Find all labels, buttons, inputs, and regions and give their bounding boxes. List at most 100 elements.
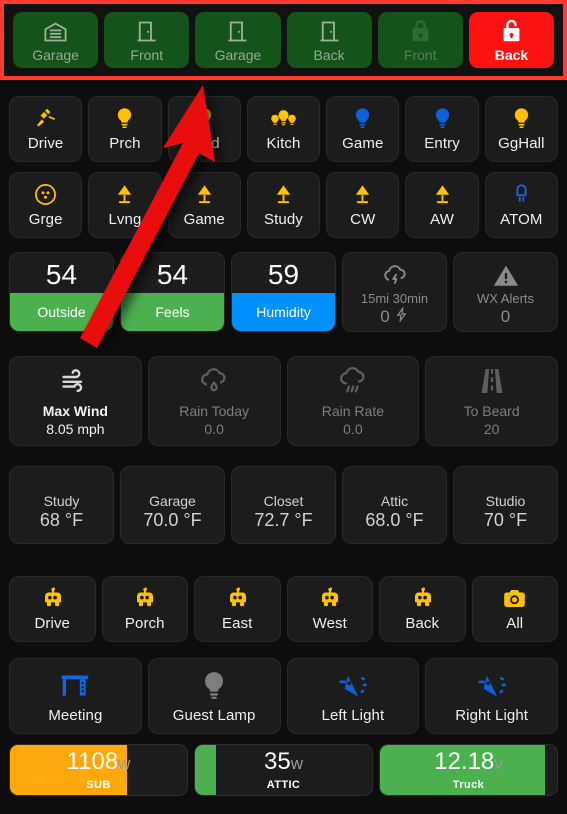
light-tile-study[interactable]: Study xyxy=(246,172,321,238)
lock-open-icon xyxy=(498,18,525,45)
weather-card-value: 8.05 mph xyxy=(46,421,105,437)
light-tile-game[interactable]: Game xyxy=(167,172,241,238)
light-tile-label: Kitch xyxy=(266,135,301,152)
door-button-front-4[interactable]: Front xyxy=(377,12,463,68)
bulb-icon xyxy=(509,106,534,131)
light-tile-lvng[interactable]: Lvng xyxy=(88,172,162,238)
stat-card-wxalerts[interactable]: WX Alerts 0 xyxy=(453,252,558,332)
power-meter-value: 12.18 xyxy=(434,747,495,775)
stat-card-humidity[interactable]: 59 Humidity xyxy=(231,252,336,332)
lamp-icon xyxy=(430,182,455,207)
door-button-back-5[interactable]: Back xyxy=(468,12,555,68)
temp-card-study[interactable]: Study 68 °F xyxy=(9,466,114,544)
temp-card-garage[interactable]: Garage 70.0 °F xyxy=(120,466,225,544)
light-tile-gghall[interactable]: GgHall xyxy=(484,96,558,162)
light-tile-entry[interactable]: Entry xyxy=(405,96,479,162)
camera-icon xyxy=(502,586,527,611)
bulb-icon xyxy=(197,669,231,703)
light-tile-yard[interactable]: Yard xyxy=(167,96,241,162)
power-meter-sub[interactable]: 1108w SUB xyxy=(9,744,188,796)
temp-card-name: Attic xyxy=(380,493,409,509)
power-meter-value-wrap: 1108w xyxy=(67,749,131,774)
camera-tile-label: All xyxy=(506,615,524,632)
door-closed-icon xyxy=(316,18,343,45)
door-button-label: Back xyxy=(494,46,529,63)
door-button-front-1[interactable]: Front xyxy=(104,12,190,68)
door-controls-highlight: Garage Front Garage Back Front Back xyxy=(0,0,567,80)
weather-card-rain-rate[interactable]: Rain Rate 0.0 xyxy=(286,356,420,446)
robot-icon xyxy=(317,586,342,611)
bulb-icon xyxy=(350,106,375,131)
stat-card-feels[interactable]: 54 Feels xyxy=(120,252,225,332)
door-button-label: Front xyxy=(403,46,437,63)
door-button-garage-2[interactable]: Garage xyxy=(195,12,281,68)
camera-tile-porch[interactable]: Porch xyxy=(101,576,188,642)
stat-card-lightning[interactable]: 15mi 30min 0 xyxy=(342,252,447,332)
light-tile-label: AW xyxy=(430,211,454,228)
lock-closed-icon xyxy=(407,18,434,45)
scene-tile-guest-lamp[interactable]: Guest Lamp xyxy=(147,658,281,734)
light-tile-prch[interactable]: Prch xyxy=(88,96,162,162)
light-tile-aw[interactable]: AW xyxy=(405,172,479,238)
light-tile-kitch[interactable]: Kitch xyxy=(246,96,321,162)
weather-card-max-wind[interactable]: Max Wind 8.05 mph xyxy=(9,356,142,446)
door-button-back-3[interactable]: Back xyxy=(286,12,372,68)
stat-value: 0 xyxy=(380,306,390,326)
light-tile-label: Lvng xyxy=(108,211,142,228)
power-meter-truck[interactable]: 12.18v Truck xyxy=(379,744,558,796)
door-button-garage-0[interactable]: Garage xyxy=(13,12,99,68)
desk-icon xyxy=(58,669,92,703)
camera-tile-west[interactable]: West xyxy=(286,576,373,642)
lamp-icon xyxy=(192,182,217,207)
light-tile-label: ATOM xyxy=(500,211,543,228)
camera-tile-label: East xyxy=(222,615,253,632)
door-button-label: Back xyxy=(313,46,345,63)
weather-detail-row: Max Wind 8.05 mph Rain Today 0.0 Rain Rate 0.… xyxy=(0,356,567,446)
weather-card-to-beard[interactable]: To Beard 20 xyxy=(425,356,558,446)
wall-light-icon xyxy=(336,669,370,703)
light-tile-game[interactable]: Game xyxy=(326,96,400,162)
lamp-icon xyxy=(271,182,296,207)
power-meter-unit: w xyxy=(290,753,303,773)
camera-tile-label: West xyxy=(312,615,347,632)
stat-caption: 15mi 30min xyxy=(360,290,429,306)
power-meter-attic[interactable]: 35w ATTIC xyxy=(194,744,373,796)
camera-tile-back[interactable]: Back xyxy=(379,576,466,642)
stat-fill-bar: Humidity xyxy=(232,293,335,331)
weather-card-title: Rain Today xyxy=(179,403,250,419)
camera-tile-drive[interactable]: Drive xyxy=(9,576,96,642)
weather-stats-row: 54 Outside 54 Feels 59 Humidity 15mi 30min 0 WX … xyxy=(0,252,567,332)
stat-card-outside[interactable]: 54 Outside xyxy=(9,252,114,332)
scene-tile-meeting[interactable]: Meeting xyxy=(9,658,142,734)
light-tile-cw[interactable]: CW xyxy=(326,172,400,238)
door-button-label: Garage xyxy=(214,46,262,63)
temp-card-studio[interactable]: Studio 70 °F xyxy=(453,466,558,544)
light-tile-label: Study xyxy=(264,211,303,228)
camera-tile-east[interactable]: East xyxy=(194,576,281,642)
temp-card-closet[interactable]: Closet 72.7 °F xyxy=(231,466,336,544)
bulb-group-icon xyxy=(269,106,298,131)
light-tile-atom[interactable]: ATOM xyxy=(484,172,558,238)
stat-fill-bar: Outside xyxy=(10,293,113,331)
light-tile-label: CW xyxy=(350,211,376,228)
garage-door-icon xyxy=(42,18,69,45)
temp-card-name: Studio xyxy=(485,493,526,509)
light-tile-drive[interactable]: Drive xyxy=(9,96,83,162)
weather-card-title: Max Wind xyxy=(42,403,108,419)
light-tile-label: Game xyxy=(342,135,384,152)
stat-value: 0 xyxy=(500,306,511,326)
camera-tile-label: Back xyxy=(405,615,440,632)
scene-tile-right-light[interactable]: Right Light xyxy=(425,658,558,734)
light-tile-grge[interactable]: Grge xyxy=(9,172,83,238)
scene-tile-label: Guest Lamp xyxy=(172,706,256,724)
wind-icon xyxy=(59,365,91,397)
temp-card-attic[interactable]: Attic 68.0 °F xyxy=(342,466,447,544)
camera-tile-all[interactable]: All xyxy=(471,576,558,642)
light-tile-label: GgHall xyxy=(498,135,545,152)
weather-card-rain-today[interactable]: Rain Today 0.0 xyxy=(147,356,281,446)
robot-icon xyxy=(40,586,65,611)
scene-tile-left-light[interactable]: Left Light xyxy=(286,658,420,734)
stat-value-wrap: 0 xyxy=(501,307,510,327)
robot-icon xyxy=(225,586,250,611)
lamp-icon xyxy=(112,182,137,207)
